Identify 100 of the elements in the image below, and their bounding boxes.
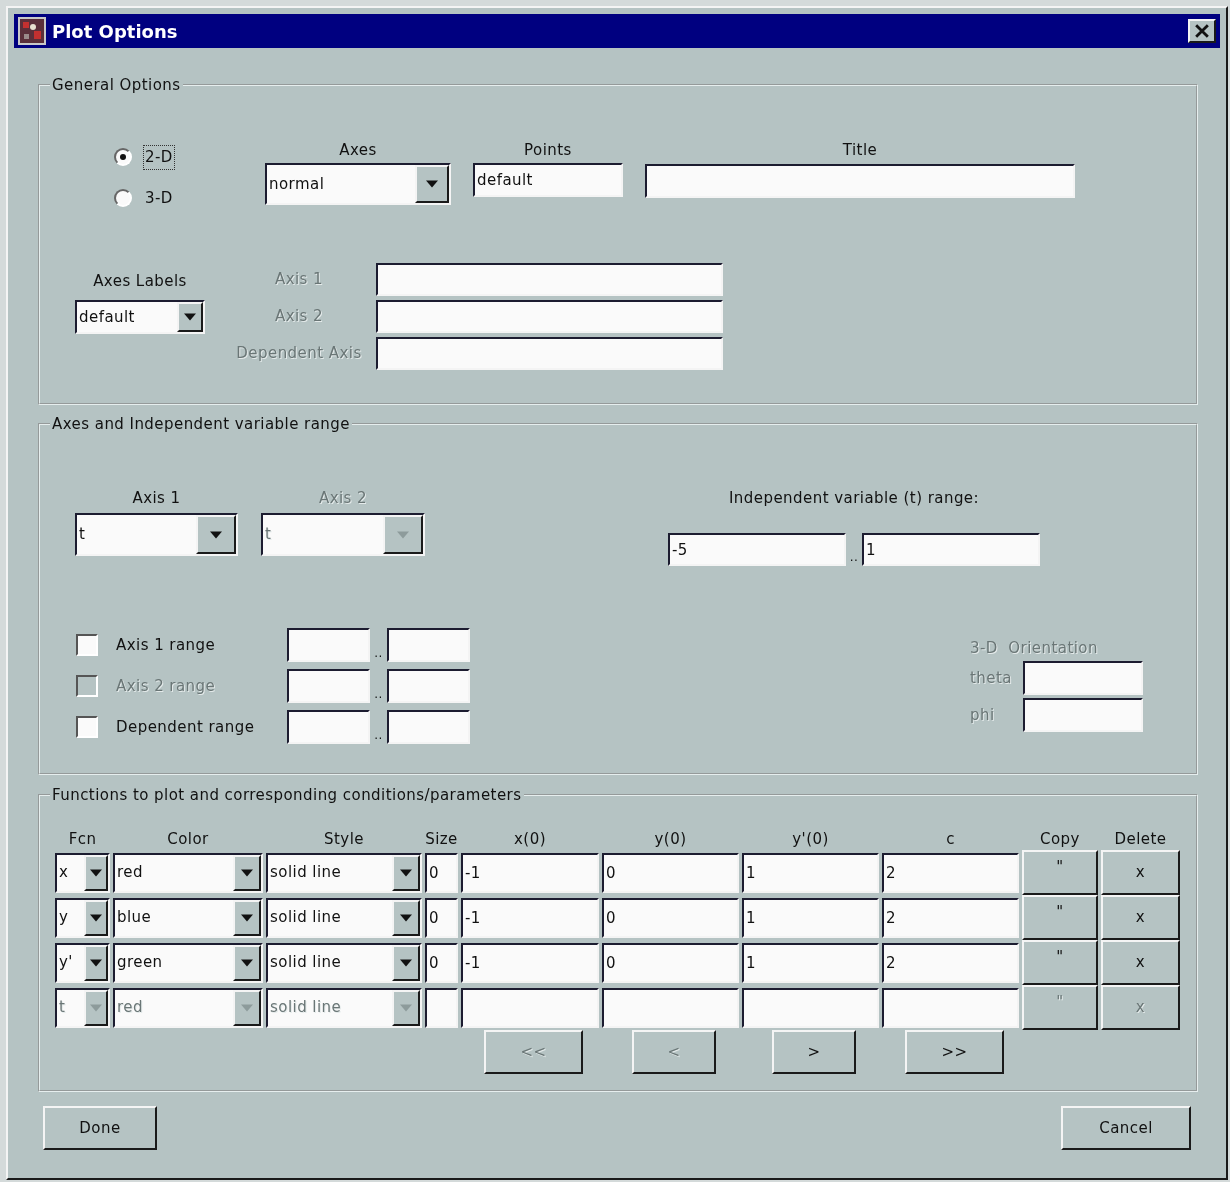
- caret-icon: [400, 913, 412, 922]
- dropdown-button[interactable]: [84, 899, 108, 936]
- field-label: Points: [524, 140, 572, 160]
- field-label: 3-D Orientation: [970, 638, 1099, 658]
- input-field[interactable]: -1: [461, 852, 599, 893]
- input-field[interactable]: 0: [425, 852, 458, 893]
- input-field[interactable]: 2: [882, 942, 1019, 983]
- caret-icon: [90, 868, 102, 877]
- input-field[interactable]: [461, 987, 599, 1028]
- column-header: c: [945, 829, 956, 850]
- input-field[interactable]: [425, 987, 458, 1028]
- dropdown[interactable]: default: [75, 300, 205, 334]
- input-field[interactable]: -1: [461, 897, 599, 938]
- input-field[interactable]: -5: [668, 533, 846, 566]
- input-field[interactable]: 1: [862, 533, 1040, 566]
- dropdown[interactable]: green: [113, 942, 263, 983]
- dropdown-button[interactable]: [177, 302, 203, 332]
- radio-label[interactable]: 2-D: [144, 146, 174, 169]
- input-field[interactable]: [376, 300, 723, 333]
- input-field[interactable]: [645, 164, 1075, 198]
- dropdown[interactable]: red: [113, 852, 263, 893]
- nav-button[interactable]: >>: [905, 1030, 1004, 1074]
- done-button[interactable]: Done: [43, 1106, 157, 1150]
- dropdown-button[interactable]: [233, 989, 261, 1026]
- input-field[interactable]: [376, 337, 723, 370]
- input-field[interactable]: 0: [425, 942, 458, 983]
- dropdown-button[interactable]: [196, 515, 236, 554]
- caret-icon: [90, 913, 102, 922]
- input-field[interactable]: [387, 710, 470, 744]
- caret-icon: [400, 958, 412, 967]
- delete-button[interactable]: x: [1101, 895, 1180, 940]
- input-field[interactable]: 0: [602, 897, 739, 938]
- group-title: General Options: [51, 76, 182, 94]
- input-field[interactable]: [387, 628, 470, 662]
- input-field[interactable]: [376, 263, 723, 296]
- caret-icon: [241, 1003, 253, 1012]
- dropdown-button[interactable]: [84, 944, 108, 981]
- dropdown-button[interactable]: [392, 854, 420, 891]
- field-label: Title: [842, 140, 878, 160]
- input-field[interactable]: 0: [602, 942, 739, 983]
- dropdown-button[interactable]: [392, 989, 420, 1026]
- input-field[interactable]: 2: [882, 897, 1019, 938]
- input-field[interactable]: 0: [425, 897, 458, 938]
- input-field[interactable]: [287, 669, 370, 703]
- dropdown[interactable]: y: [55, 897, 110, 938]
- field-label: Independent variable (t) range:: [728, 488, 980, 508]
- dropdown-button[interactable]: [392, 899, 420, 936]
- dropdown-button[interactable]: [415, 165, 449, 203]
- dropdown-button[interactable]: [392, 944, 420, 981]
- checkbox[interactable]: [76, 716, 98, 738]
- radio-button[interactable]: [114, 148, 132, 167]
- input-field[interactable]: 1: [742, 942, 879, 983]
- delete-button[interactable]: x: [1101, 940, 1180, 985]
- input-field[interactable]: [287, 710, 370, 744]
- checkbox-label[interactable]: Dependent range: [116, 715, 287, 739]
- dropdown-button[interactable]: [233, 899, 261, 936]
- input-field[interactable]: default: [473, 163, 623, 197]
- dropdown-button[interactable]: [84, 854, 108, 891]
- input-field[interactable]: [882, 987, 1019, 1028]
- input-field[interactable]: 1: [742, 852, 879, 893]
- dropdown[interactable]: solid line: [266, 942, 422, 983]
- copy-button[interactable]: ": [1022, 895, 1098, 940]
- dropdown[interactable]: x: [55, 852, 110, 893]
- range-separator: ..: [848, 549, 860, 566]
- checkbox-label[interactable]: Axis 1 range: [116, 633, 287, 657]
- input-field[interactable]: -1: [461, 942, 599, 983]
- input-field[interactable]: [287, 628, 370, 662]
- input-field[interactable]: [602, 987, 739, 1028]
- copy-button[interactable]: ": [1022, 850, 1098, 895]
- nav-button[interactable]: >: [772, 1030, 856, 1074]
- copy-button[interactable]: ": [1022, 940, 1098, 985]
- field-label: Axis 2: [273, 306, 325, 328]
- caret-icon: [400, 868, 412, 877]
- dropdown[interactable]: y': [55, 942, 110, 983]
- cancel-button[interactable]: Cancel: [1061, 1106, 1191, 1150]
- radio-button[interactable]: [114, 188, 132, 207]
- field-label: Dependent Axis: [235, 343, 363, 365]
- input-field[interactable]: [1023, 661, 1143, 695]
- input-field[interactable]: 0: [602, 852, 739, 893]
- dropdown-button[interactable]: [233, 944, 261, 981]
- column-header: Color: [166, 829, 210, 850]
- column-header: x(0): [513, 829, 547, 850]
- dropdown[interactable]: solid line: [266, 852, 422, 893]
- range-separator: ..: [373, 686, 384, 703]
- dropdown[interactable]: solid line: [266, 897, 422, 938]
- dropdown[interactable]: blue: [113, 897, 263, 938]
- input-field[interactable]: [1023, 698, 1143, 732]
- input-field[interactable]: [387, 669, 470, 703]
- close-button[interactable]: [1188, 19, 1216, 43]
- delete-button[interactable]: x: [1101, 850, 1180, 895]
- input-field[interactable]: 1: [742, 897, 879, 938]
- radio-label[interactable]: 3-D: [144, 186, 174, 209]
- dropdown-button[interactable]: [233, 854, 261, 891]
- input-field[interactable]: 2: [882, 852, 1019, 893]
- input-field[interactable]: [742, 987, 879, 1028]
- dropdown[interactable]: normal: [265, 163, 451, 205]
- caret-icon: [241, 958, 253, 967]
- caret-icon: [241, 868, 253, 877]
- checkbox[interactable]: [76, 634, 98, 656]
- dropdown[interactable]: t: [75, 513, 238, 556]
